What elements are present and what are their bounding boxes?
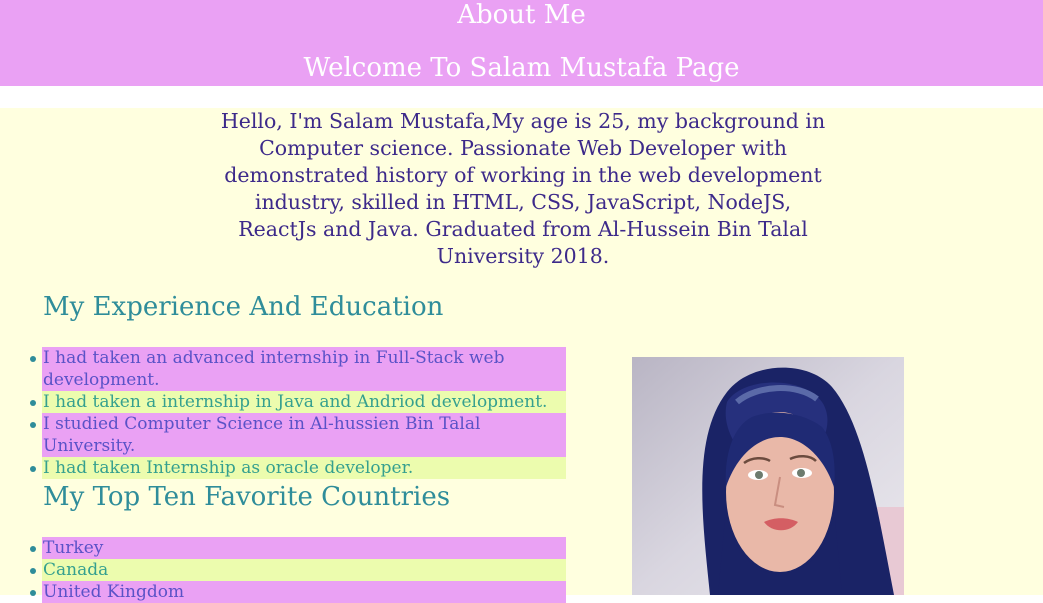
welcome-heading: Welcome To Salam Mustafa Page bbox=[303, 53, 740, 83]
countries-list: Turkey Canada United Kingdom bbox=[30, 537, 566, 603]
country-item: United Kingdom bbox=[30, 581, 566, 603]
experience-item: I had taken a internship in Java and And… bbox=[30, 391, 566, 413]
profile-photo bbox=[632, 357, 904, 595]
page-title: About Me bbox=[457, 0, 586, 30]
experience-item: I studied Computer Science in Al-hussien… bbox=[30, 413, 566, 457]
page-header: About Me Welcome To Salam Mustafa Page bbox=[0, 0, 1043, 86]
intro-paragraph: Hello, I'm Salam Mustafa,My age is 25, m… bbox=[220, 109, 826, 268]
experience-heading: My Experience And Education bbox=[43, 292, 444, 322]
country-item: Canada bbox=[30, 559, 566, 581]
experience-item: I had taken an advanced internship in Fu… bbox=[30, 347, 566, 391]
experience-item: I had taken Internship as oracle develop… bbox=[30, 457, 566, 479]
experience-list: I had taken an advanced internship in Fu… bbox=[30, 347, 566, 479]
countries-heading: My Top Ten Favorite Countries bbox=[43, 482, 451, 512]
country-item: Turkey bbox=[30, 537, 566, 559]
main-content: Hello, I'm Salam Mustafa,My age is 25, m… bbox=[0, 108, 1043, 603]
